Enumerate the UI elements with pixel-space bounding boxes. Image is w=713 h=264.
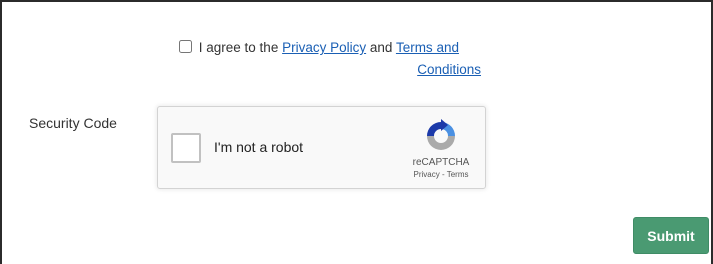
form-frame: I agree to the Privacy Policy and Terms … [0, 0, 713, 264]
terms-link-line1[interactable]: Terms and [396, 40, 459, 55]
terms-link-line2[interactable]: Conditions [417, 62, 481, 77]
recaptcha-links: Privacy - Terms [394, 170, 488, 179]
submit-button[interactable]: Submit [633, 217, 709, 254]
recaptcha-checkbox[interactable] [171, 133, 201, 163]
privacy-policy-link[interactable]: Privacy Policy [282, 40, 366, 55]
recaptcha-label: I'm not a robot [214, 139, 304, 155]
recaptcha-terms-link[interactable]: Terms [447, 170, 469, 179]
agree-conjunction-text: and [369, 40, 393, 55]
recaptcha-widget: I'm not a robot reCAPTCHA Privacy - Term… [157, 106, 486, 189]
security-code-label: Security Code [29, 115, 117, 131]
agree-prefix-text: I agree to the [198, 40, 279, 55]
agreement-row: I agree to the Privacy Policy and Terms … [179, 37, 489, 81]
recaptcha-brand: reCAPTCHA [412, 157, 470, 168]
agree-checkbox[interactable] [179, 40, 192, 53]
recaptcha-links-separator: - [441, 170, 445, 179]
recaptcha-privacy-link[interactable]: Privacy [414, 170, 440, 179]
recaptcha-logo-icon [427, 119, 455, 150]
